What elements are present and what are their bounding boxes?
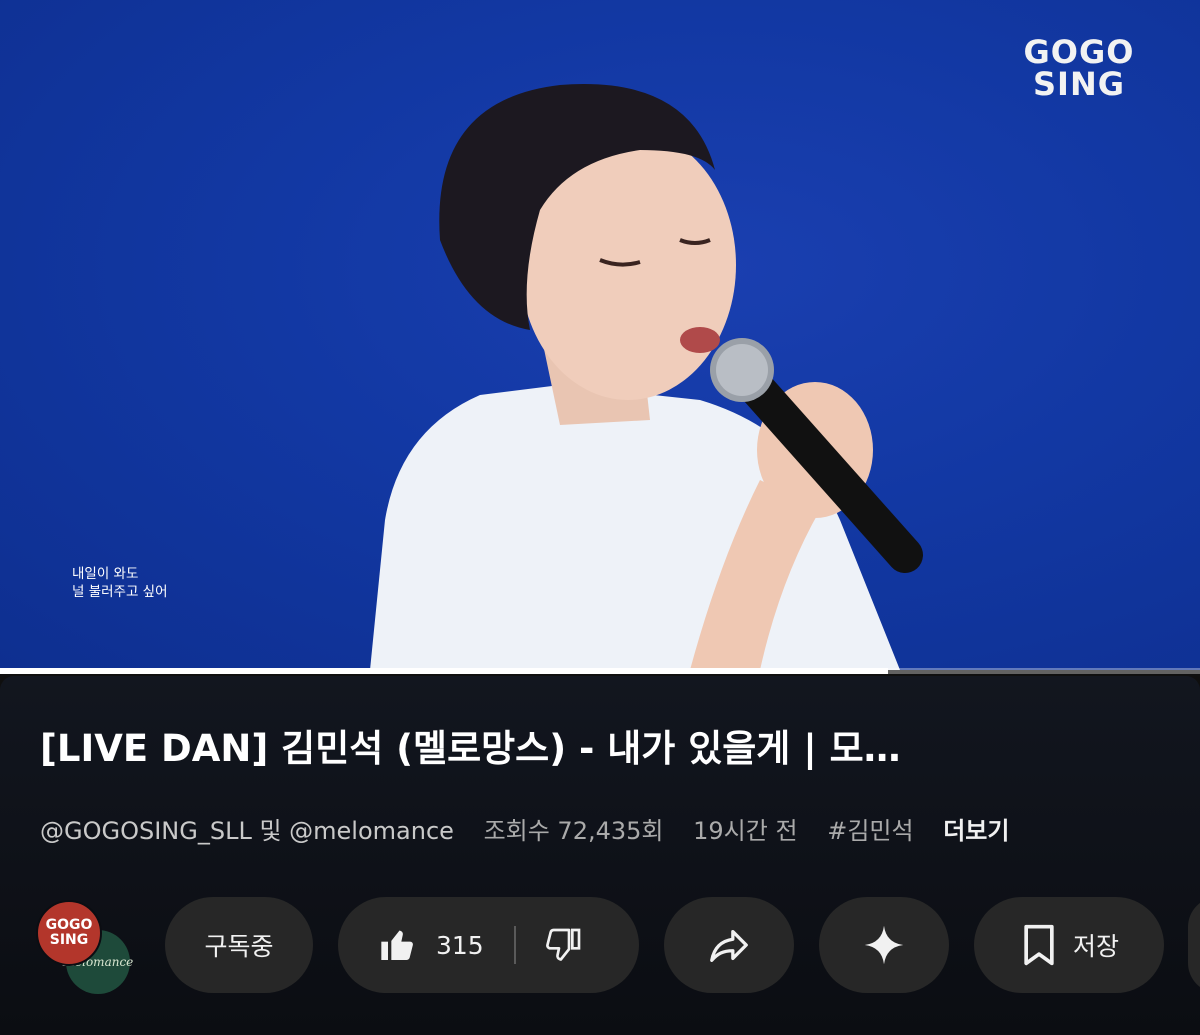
share-icon xyxy=(706,922,752,968)
gogosing-avatar-line-1: GOGO xyxy=(45,917,93,933)
caption-line-2: 널 불러주고 싶어 xyxy=(72,584,168,600)
subscribed-label: 구독중 xyxy=(204,932,274,961)
like-dislike-group: 315 xyxy=(338,897,639,993)
video-frame-image xyxy=(370,84,923,670)
channel-avatars[interactable]: Melomance GOGO SING xyxy=(34,900,134,994)
logo-line-2: SING xyxy=(1033,65,1125,103)
logo-line-1: GOGO xyxy=(1023,33,1135,71)
like-divider xyxy=(513,926,516,964)
sparkle-icon xyxy=(862,923,906,967)
gogosing-avatar[interactable]: GOGO SING xyxy=(36,900,102,966)
caption-line-1: 내일이 와도 xyxy=(72,566,139,582)
bookmark-icon xyxy=(1019,923,1059,967)
thumbs-up-icon[interactable] xyxy=(378,925,418,965)
thumbs-down-icon[interactable] xyxy=(544,925,584,965)
share-button[interactable] xyxy=(664,897,794,993)
video-metadata-row[interactable]: @GOGOSING_SLL 및 @melomance 조회수 72,435회 1… xyxy=(40,815,1009,847)
video-progress-fill xyxy=(0,668,888,674)
save-label: 저장 xyxy=(1072,932,1119,961)
video-progress-bar[interactable] xyxy=(0,668,1200,674)
ask-ai-button[interactable] xyxy=(819,897,949,993)
subscribed-button[interactable]: 구독중 xyxy=(165,897,313,993)
like-count[interactable]: 315 xyxy=(436,931,484,960)
save-button[interactable]: 저장 xyxy=(974,897,1164,993)
gogosing-avatar-line-2: SING xyxy=(49,932,89,948)
video-title[interactable]: [LIVE DAN] 김민석 (멜로망스) - 내가 있을게 | 모… xyxy=(40,726,1160,772)
video-player[interactable]: GOGO SING 내일이 와도 널 불러주고 싶어 xyxy=(0,0,1200,670)
channel-handles[interactable]: @GOGOSING_SLL 및 @melomance xyxy=(40,817,454,845)
view-count: 조회수 72,435회 xyxy=(483,817,664,845)
hashtag-link[interactable]: #김민석 xyxy=(827,817,913,845)
video-lyrics-caption: 내일이 와도 널 불러주고 싶어 xyxy=(72,565,168,601)
channel-watermark-logo: GOGO SING xyxy=(1020,36,1138,100)
upload-time: 19시간 전 xyxy=(693,817,798,845)
more-button[interactable]: 더보기 xyxy=(943,817,1009,845)
